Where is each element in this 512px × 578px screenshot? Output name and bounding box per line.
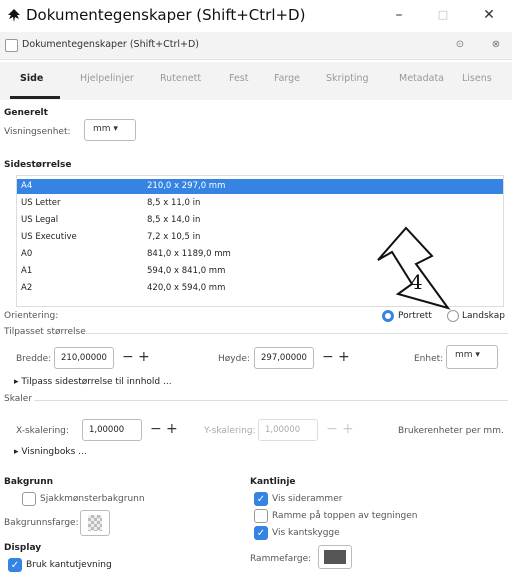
show-border-checkbox[interactable]: ✓ bbox=[254, 492, 268, 506]
unit-label: Enhet: bbox=[414, 354, 444, 364]
custom-size-heading: Tilpasset størrelse bbox=[4, 327, 86, 337]
display-heading: Display bbox=[4, 543, 42, 553]
orientation-label: Orientering: bbox=[4, 311, 59, 321]
display-unit-select[interactable]: mm ▾ bbox=[84, 119, 136, 141]
options-icon[interactable]: ⊙ bbox=[452, 37, 468, 53]
show-shadow-checkbox[interactable]: ✓ bbox=[254, 526, 268, 540]
background-color-button[interactable] bbox=[80, 510, 110, 536]
y-scale-increment-button: + bbox=[342, 421, 354, 437]
viewbox-expander[interactable]: ▸ Visningboks ... bbox=[14, 447, 87, 457]
inkscape-logo-icon bbox=[8, 9, 20, 22]
maximize-button[interactable]: □ bbox=[428, 4, 458, 26]
checkerboard-checkbox[interactable] bbox=[22, 492, 36, 506]
user-units-text: Brukerenheter per mm. bbox=[398, 426, 504, 436]
width-decrement-button[interactable]: − bbox=[122, 349, 134, 365]
divider bbox=[34, 400, 508, 401]
tab-hjelpelinjer[interactable]: Hjelpelinjer bbox=[80, 73, 134, 84]
border-color-button[interactable] bbox=[318, 545, 352, 569]
y-scale-decrement-button: − bbox=[326, 421, 338, 437]
page-size-heading: Sidestørrelse bbox=[4, 160, 72, 170]
list-item[interactable]: US Letter 8,5 x 11,0 in bbox=[17, 196, 503, 211]
close-dialog-icon[interactable]: ⊗ bbox=[488, 37, 504, 53]
y-scale-input: 1,00000 bbox=[258, 419, 318, 441]
width-label: Bredde: bbox=[16, 354, 52, 364]
tab-skripting[interactable]: Skripting bbox=[326, 73, 369, 84]
unit-select[interactable]: mm ▾ bbox=[446, 345, 498, 369]
active-tab-indicator bbox=[10, 96, 60, 99]
border-color-swatch bbox=[324, 550, 346, 564]
height-increment-button[interactable]: + bbox=[338, 349, 350, 365]
scale-heading: Skaler bbox=[4, 394, 33, 404]
width-increment-button[interactable]: + bbox=[138, 349, 150, 365]
border-on-top-checkbox[interactable] bbox=[254, 509, 268, 523]
checker-swatch-icon bbox=[88, 515, 102, 531]
show-shadow-label: Vis kantskygge bbox=[272, 528, 340, 538]
border-heading: Kantlinje bbox=[250, 477, 296, 487]
tab-metadata[interactable]: Metadata bbox=[399, 73, 444, 84]
antialias-checkbox[interactable]: ✓ bbox=[8, 558, 22, 572]
title-bar: Dokumentegenskaper (Shift+Ctrl+D) – □ ✕ bbox=[0, 0, 512, 32]
y-scale-label: Y-skalering: bbox=[204, 426, 256, 436]
dialog-header: Dokumentegenskaper (Shift+Ctrl+D) ⊙ ⊗ bbox=[0, 32, 512, 60]
height-decrement-button[interactable]: − bbox=[322, 349, 334, 365]
background-heading: Bakgrunn bbox=[4, 477, 54, 487]
annotation-number: 4 bbox=[410, 270, 423, 294]
show-border-label: Vis siderammer bbox=[272, 494, 343, 504]
height-input[interactable]: 297,00000 bbox=[254, 347, 314, 369]
close-button[interactable]: ✕ bbox=[474, 4, 504, 26]
x-scale-decrement-button[interactable]: − bbox=[150, 421, 162, 437]
width-input[interactable]: 210,00000 bbox=[54, 347, 114, 369]
x-scale-input[interactable]: 1,00000 bbox=[82, 419, 142, 441]
general-heading: Generelt bbox=[4, 108, 48, 118]
height-label: Høyde: bbox=[218, 354, 250, 364]
tab-farge[interactable]: Farge bbox=[274, 73, 300, 84]
tab-side[interactable]: Side bbox=[20, 73, 43, 84]
tab-bar: Side Hjelpelinjer Rutenett Fest Farge Sk… bbox=[0, 62, 512, 100]
display-unit-label: Visningsenhet: bbox=[4, 127, 71, 137]
tab-fest[interactable]: Fest bbox=[229, 73, 248, 84]
antialias-label: Bruk kantutjevning bbox=[26, 560, 112, 570]
tab-rutenett[interactable]: Rutenett bbox=[160, 73, 201, 84]
border-on-top-label: Ramme på toppen av tegningen bbox=[272, 511, 418, 521]
checkerboard-label: Sjakkmønsterbakgrunn bbox=[40, 494, 145, 504]
background-color-label: Bakgrunnsfarge: bbox=[4, 518, 79, 528]
window-title: Dokumentegenskaper (Shift+Ctrl+D) bbox=[26, 6, 306, 24]
x-scale-increment-button[interactable]: + bbox=[166, 421, 178, 437]
dialog-title: Dokumentegenskaper (Shift+Ctrl+D) bbox=[22, 39, 199, 50]
tab-lisens[interactable]: Lisens bbox=[462, 73, 492, 84]
annotation-arrow-icon bbox=[377, 226, 451, 310]
fit-to-content-expander[interactable]: ▸ Tilpass sidestørrelse til innhold ... bbox=[14, 377, 172, 387]
document-icon bbox=[5, 39, 18, 52]
border-color-label: Rammefarge: bbox=[250, 554, 312, 564]
x-scale-label: X-skalering: bbox=[16, 426, 69, 436]
divider bbox=[86, 333, 508, 334]
list-item[interactable]: A4 210,0 x 297,0 mm bbox=[17, 179, 503, 194]
minimize-button[interactable]: – bbox=[384, 4, 414, 26]
